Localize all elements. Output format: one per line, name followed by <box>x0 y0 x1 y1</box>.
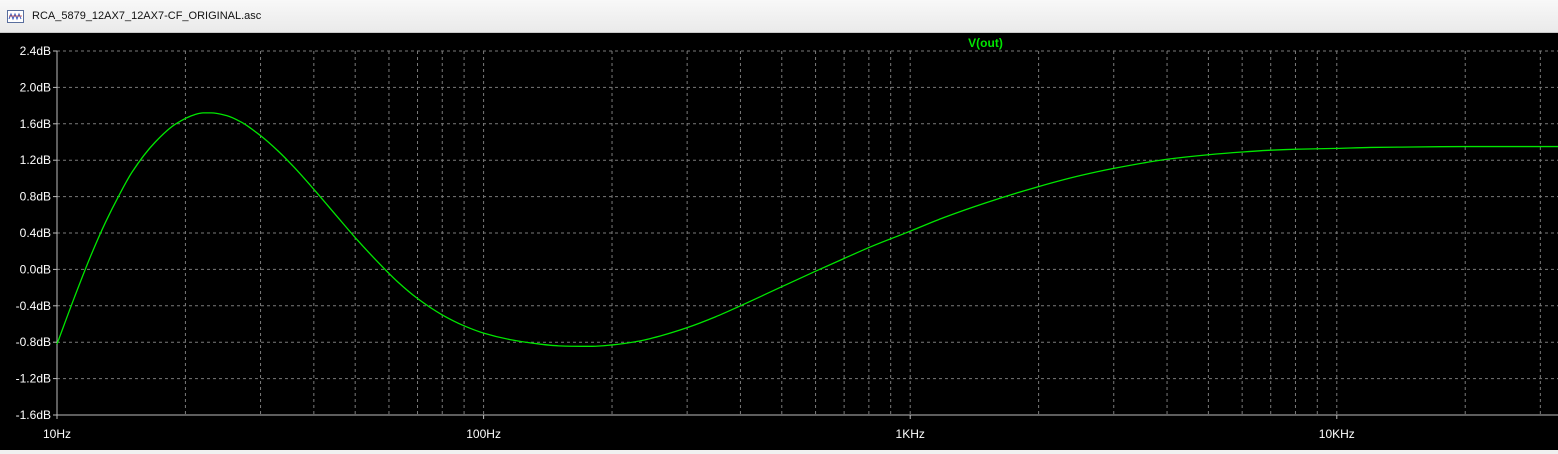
bode-plot[interactable]: 2.4dB 2.0dB 1.6dB 1.2dB 0.8dB 0.4dB 0.0dB -0.4d… <box>0 33 1558 450</box>
y-tick-label: 1.2dB <box>20 153 51 167</box>
y-tick-label: -0.4dB <box>16 299 51 313</box>
x-tick-label: 1KHz <box>896 427 925 441</box>
x-tick-label: 100Hz <box>466 427 501 441</box>
y-tick-label: -0.8dB <box>16 335 51 349</box>
axis-tick-labels: 2.4dB 2.0dB 1.6dB 1.2dB 0.8dB 0.4dB 0.0dB -0.4d… <box>16 44 1355 441</box>
y-tick-label: 0.0dB <box>20 262 51 276</box>
y-tick-label: -1.2dB <box>16 372 51 386</box>
window-title: RCA_5879_12AX7_12AX7-CF_ORIGINAL.asc <box>32 10 262 22</box>
x-tick-label: 10KHz <box>1319 427 1355 441</box>
x-tick-label: 10Hz <box>43 427 71 441</box>
ltspice-waveform-window: RCA_5879_12AX7_12AX7-CF_ORIGINAL.asc 2.4… <box>0 0 1558 450</box>
y-tick-label: 2.0dB <box>20 80 51 94</box>
y-tick-label: 0.4dB <box>20 226 51 240</box>
trace-vout-line[interactable] <box>56 112 1558 347</box>
y-tick-label: 1.6dB <box>20 117 51 131</box>
y-tick-label: -1.6dB <box>16 408 51 422</box>
waveform-plot-pane[interactable]: 2.4dB 2.0dB 1.6dB 1.2dB 0.8dB 0.4dB 0.0dB -0.4d… <box>0 33 1558 450</box>
plot-axes <box>53 50 1558 419</box>
window-title-bar[interactable]: RCA_5879_12AX7_12AX7-CF_ORIGINAL.asc <box>0 0 1558 33</box>
trace-title-vout[interactable]: V(out) <box>968 36 1003 50</box>
y-tick-label: 2.4dB <box>20 44 51 58</box>
ltspice-schematic-icon <box>7 10 24 23</box>
y-tick-label: 0.8dB <box>20 190 51 204</box>
plot-grid <box>56 50 1558 416</box>
